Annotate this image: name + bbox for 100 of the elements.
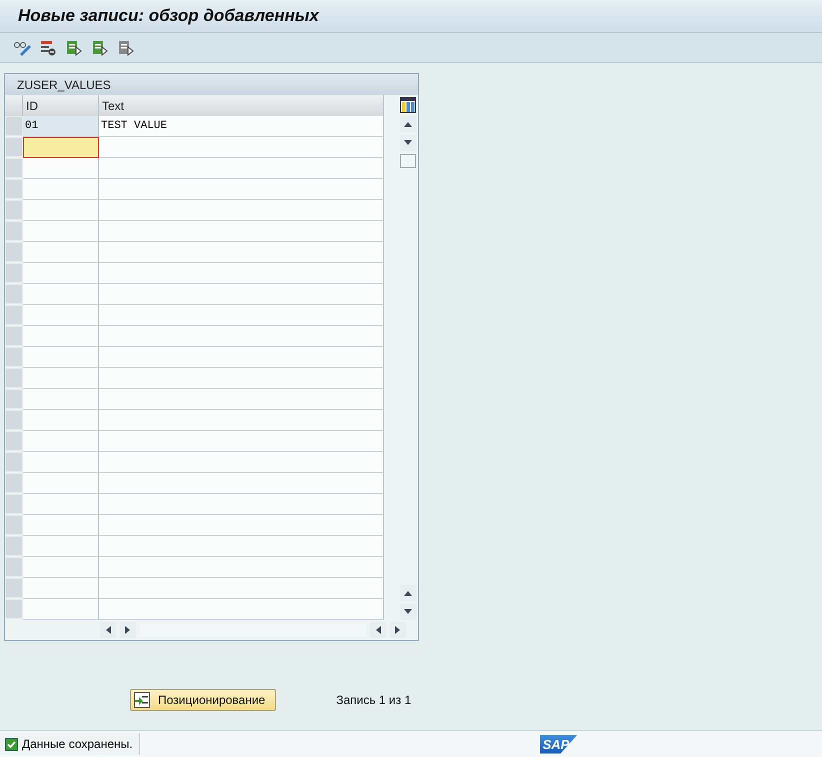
row-selector[interactable] xyxy=(5,368,23,388)
table-cell[interactable] xyxy=(99,305,384,326)
position-button[interactable]: Позиционирование xyxy=(130,689,276,711)
table-cell[interactable]: TEST VALUE xyxy=(99,116,384,137)
table-cell[interactable] xyxy=(23,221,99,242)
table-cell[interactable] xyxy=(99,599,384,620)
table-cell[interactable] xyxy=(23,431,99,452)
table-cell[interactable] xyxy=(99,473,384,494)
table-cell[interactable] xyxy=(99,179,384,200)
scroll-right-button[interactable] xyxy=(390,622,406,638)
left-arrow-icon xyxy=(375,626,381,634)
check-icon xyxy=(5,738,18,750)
row-selector[interactable] xyxy=(5,347,23,367)
table-cell[interactable] xyxy=(23,263,99,284)
select-icon xyxy=(118,40,134,56)
table-cell[interactable] xyxy=(23,200,99,221)
scroll-thumb[interactable] xyxy=(400,154,416,168)
row-selector[interactable] xyxy=(5,137,23,157)
table-cell[interactable] xyxy=(99,368,384,389)
row-selector[interactable] xyxy=(5,473,23,493)
table-cell[interactable] xyxy=(23,137,99,158)
up-arrow-icon xyxy=(404,590,412,596)
row-selector[interactable] xyxy=(5,452,23,472)
select-icon xyxy=(92,40,108,56)
table-cell[interactable] xyxy=(99,158,384,179)
table-cell[interactable] xyxy=(99,431,384,452)
table-cell[interactable] xyxy=(99,410,384,431)
scroll-left-button[interactable] xyxy=(370,622,386,638)
row-selector[interactable] xyxy=(5,410,23,430)
row-selector[interactable] xyxy=(5,557,23,577)
table-cell[interactable] xyxy=(23,389,99,410)
table-cell[interactable] xyxy=(23,368,99,389)
row-selector[interactable] xyxy=(5,494,23,514)
table-cell[interactable] xyxy=(23,242,99,263)
column-settings-icon[interactable] xyxy=(400,97,416,113)
table-cell[interactable] xyxy=(99,284,384,305)
row-selector[interactable] xyxy=(5,578,23,598)
row-selector[interactable] xyxy=(5,284,23,304)
row-selector[interactable] xyxy=(5,326,23,346)
table-cell[interactable] xyxy=(23,599,99,620)
table-cell[interactable] xyxy=(23,515,99,536)
position-icon xyxy=(134,692,150,708)
table-cell[interactable] xyxy=(23,410,99,431)
table-cell[interactable] xyxy=(99,137,384,158)
table-cell[interactable] xyxy=(23,557,99,578)
scroll-up-button[interactable] xyxy=(400,585,416,601)
up-arrow-icon xyxy=(404,121,412,127)
scroll-left-button[interactable] xyxy=(100,622,116,638)
table-cell[interactable] xyxy=(23,452,99,473)
row-selector[interactable] xyxy=(5,221,23,241)
table-cell[interactable] xyxy=(99,536,384,557)
table-cell[interactable] xyxy=(99,515,384,536)
table-cell[interactable] xyxy=(99,263,384,284)
row-selector[interactable] xyxy=(5,200,23,220)
scroll-right-button[interactable] xyxy=(120,622,136,638)
column-header[interactable]: Text xyxy=(99,95,384,116)
record-counter: Запись 1 из 1 xyxy=(336,693,412,707)
header-corner xyxy=(5,95,23,116)
table-cell[interactable] xyxy=(23,347,99,368)
table-cell[interactable] xyxy=(23,578,99,599)
delete-row-icon xyxy=(40,40,56,56)
left-arrow-icon xyxy=(105,626,111,634)
status-text: Данные сохранены. xyxy=(22,737,133,751)
table-cell[interactable] xyxy=(99,494,384,515)
table-cell[interactable] xyxy=(23,179,99,200)
table-cell[interactable] xyxy=(99,557,384,578)
table-cell[interactable] xyxy=(99,242,384,263)
table-cell[interactable] xyxy=(99,221,384,242)
table-cell[interactable] xyxy=(23,536,99,557)
row-selector[interactable] xyxy=(5,599,23,619)
scroll-down-button[interactable] xyxy=(400,604,416,620)
table-cell[interactable] xyxy=(99,200,384,221)
row-selector[interactable] xyxy=(5,389,23,409)
row-selector[interactable] xyxy=(5,431,23,451)
row-selector[interactable] xyxy=(5,116,23,136)
glasses-pencil-icon xyxy=(13,40,31,56)
table-cell[interactable] xyxy=(99,578,384,599)
column-header[interactable]: ID xyxy=(23,95,99,116)
table-cell[interactable] xyxy=(99,347,384,368)
scroll-up-button[interactable] xyxy=(400,116,416,132)
table-cell[interactable] xyxy=(23,473,99,494)
table-cell[interactable] xyxy=(23,284,99,305)
scroll-down-button[interactable] xyxy=(400,135,416,151)
table-cell[interactable] xyxy=(23,158,99,179)
row-selector[interactable] xyxy=(5,536,23,556)
row-selector[interactable] xyxy=(5,242,23,262)
table-cell[interactable] xyxy=(99,389,384,410)
table-cell[interactable]: 01 xyxy=(23,116,99,137)
table-cell[interactable] xyxy=(23,305,99,326)
row-selector[interactable] xyxy=(5,179,23,199)
row-selector[interactable] xyxy=(5,158,23,178)
table-cell[interactable] xyxy=(99,452,384,473)
table-cell[interactable] xyxy=(99,326,384,347)
table-cell[interactable] xyxy=(23,326,99,347)
row-selector[interactable] xyxy=(5,263,23,283)
table-cell[interactable] xyxy=(23,494,99,515)
right-arrow-icon xyxy=(125,626,131,634)
row-selector[interactable] xyxy=(5,515,23,535)
select-icon xyxy=(66,40,82,56)
row-selector[interactable] xyxy=(5,305,23,325)
